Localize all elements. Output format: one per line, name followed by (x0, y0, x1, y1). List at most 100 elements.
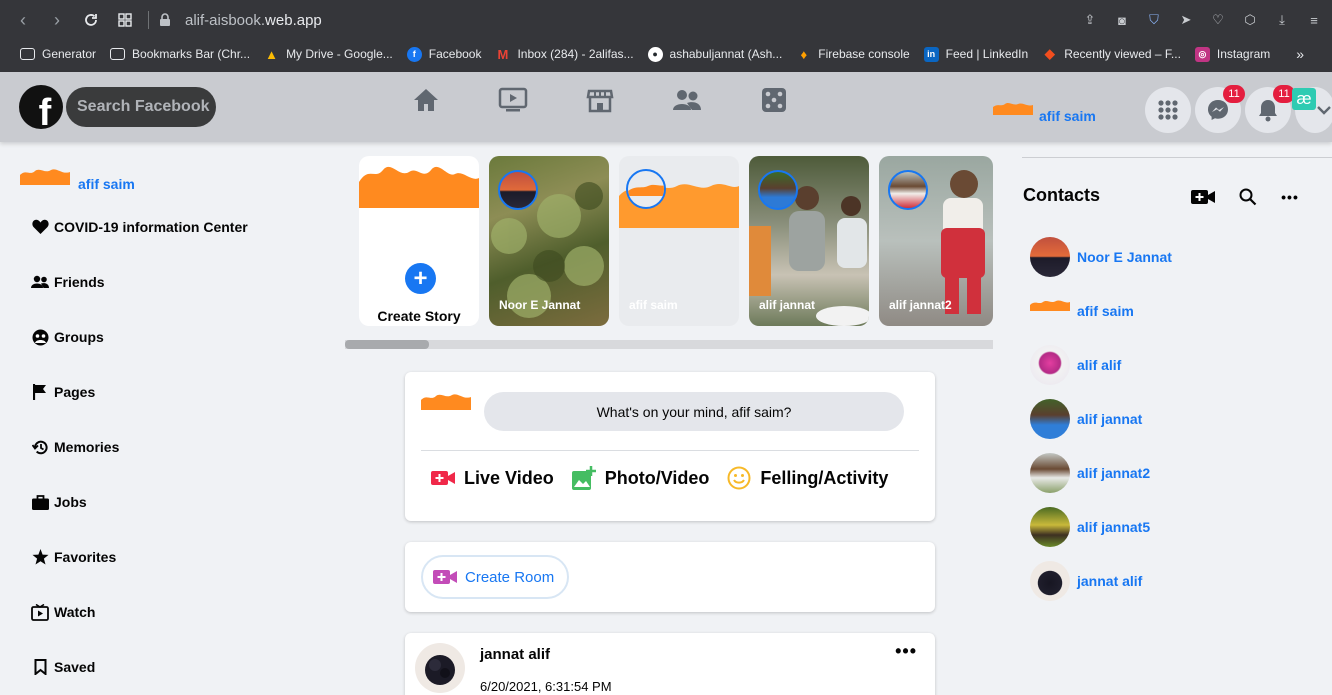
sidebar-item-pages[interactable]: Pages (31, 383, 95, 401)
gmail-icon: M (497, 46, 509, 62)
sidebar-item-label: Groups (54, 329, 104, 345)
heart-outline-icon[interactable]: ♡ (1208, 10, 1228, 30)
sidebar-item-label: Favorites (54, 549, 117, 565)
bookmark-item[interactable]: ◎ Instagram (1194, 46, 1270, 62)
download-icon[interactable]: ⤓ (1272, 10, 1292, 30)
search-icon[interactable] (1236, 186, 1260, 208)
address-bar[interactable]: alif-aisbook.web.app (159, 12, 322, 29)
home-icon[interactable] (410, 84, 442, 116)
camera-icon[interactable]: ◙ (1112, 10, 1132, 30)
facebook-logo[interactable]: f (19, 85, 63, 129)
contact-item[interactable]: Noor E Jannat (1030, 237, 1172, 277)
history-icon (31, 438, 49, 456)
bookmark-item[interactable]: ♦ Firebase console (796, 47, 909, 62)
contact-item[interactable]: alif jannat5 (1030, 507, 1150, 547)
whats-on-your-mind-input[interactable]: What's on your mind, afif saim? (484, 392, 904, 431)
create-story-label: Create Story (377, 308, 461, 324)
bookmark-item[interactable]: M Inbox (284) - 2alifas... (495, 46, 634, 62)
create-room-button[interactable]: Create Room (421, 555, 569, 599)
composer-actions: Live Video Photo/Video Felling/Activity (431, 466, 888, 490)
contact-avatar (1030, 453, 1070, 493)
contact-avatar (1030, 561, 1070, 601)
post-more-icon[interactable]: ••• (895, 641, 917, 662)
messenger-button[interactable]: 11 (1195, 85, 1245, 133)
contact-item[interactable]: alif jannat (1030, 399, 1142, 439)
share-icon[interactable]: ⇪ (1080, 10, 1100, 30)
menu-grid-button[interactable] (1145, 87, 1191, 133)
contact-name: alif jannat5 (1077, 519, 1151, 535)
create-room-label: Create Room (465, 568, 555, 586)
sidebar-item-label: COVID-19 information Center (54, 219, 248, 235)
story-card[interactable]: Noor E Jannat (489, 156, 609, 326)
bookmark-item[interactable]: ▭ Generator (20, 47, 96, 61)
create-story-card[interactable]: + Create Story (359, 156, 479, 326)
sidebar-user[interactable]: afif saim (20, 160, 135, 192)
reload-icon (85, 14, 97, 26)
stories-scrollbar[interactable] (345, 340, 993, 349)
sidebar-item-memories[interactable]: Memories (31, 438, 119, 456)
scrollbar-thumb[interactable] (345, 340, 429, 349)
notifications-button[interactable]: 11 (1245, 85, 1295, 133)
story-avatar (626, 169, 666, 209)
new-room-icon[interactable] (1191, 186, 1215, 208)
post-author-avatar[interactable] (415, 643, 465, 693)
extension-ae-icon[interactable]: æ (1292, 88, 1316, 110)
photo-video-label: Photo/Video (604, 467, 710, 488)
smiley-icon (727, 466, 751, 490)
sidebar-item-jobs[interactable]: Jobs (31, 493, 87, 511)
header-user[interactable]: afif saim (993, 92, 1096, 124)
sidebar-item-saved[interactable]: Saved (31, 658, 95, 676)
forward-button[interactable]: › (40, 0, 74, 40)
story-card[interactable]: alif jannat (749, 156, 869, 326)
cube-icon[interactable]: ⬡ (1240, 10, 1260, 30)
sidebar-item-favorites[interactable]: Favorites (31, 548, 116, 566)
sidebar-item-groups[interactable]: Groups (31, 328, 104, 346)
url-prefix: alif-aisbook. (185, 11, 266, 29)
post-author-name[interactable]: jannat alif (480, 646, 550, 663)
feeling-activity-button[interactable]: Felling/Activity (727, 466, 888, 490)
sidebar-item-covid19[interactable]: COVID-19 information Center (31, 218, 248, 236)
photo-video-button[interactable]: Photo/Video (571, 466, 710, 490)
add-story-icon[interactable]: + (405, 263, 436, 294)
groups-nav-icon[interactable] (671, 84, 703, 116)
search-input[interactable]: Search Facebook (66, 87, 216, 127)
sidebar-item-watch[interactable]: Watch (31, 603, 95, 621)
bookmark-label: Recently viewed – F... (1064, 47, 1181, 61)
toolbar-separator (148, 11, 149, 29)
shield-icon[interactable]: ⛉ (1144, 10, 1164, 30)
story-name: alif jannat2 (889, 298, 952, 312)
sidebar-user-name: afif saim (78, 176, 135, 192)
main-nav (410, 84, 790, 116)
logo-letter: f (38, 92, 52, 129)
bookmarks-overflow-button[interactable]: » (1296, 40, 1304, 68)
heart-icon (31, 218, 49, 236)
bookmark-item[interactable]: ● ashabuljannat (Ash... (647, 46, 782, 62)
messenger-badge: 11 (1223, 85, 1245, 103)
bookmark-item[interactable]: in Feed | LinkedIn (923, 46, 1028, 62)
marketplace-icon[interactable] (584, 84, 616, 116)
bookmark-item[interactable]: ▲ My Drive - Google... (264, 47, 393, 62)
sidebar-item-friends[interactable]: Friends (31, 273, 105, 291)
contact-item[interactable]: alif alif (1030, 345, 1121, 385)
contact-avatar (1030, 507, 1070, 547)
back-button[interactable]: ‹ (6, 0, 40, 40)
live-video-button[interactable]: Live Video (431, 468, 554, 489)
contacts-more-icon[interactable]: ••• (1278, 186, 1302, 208)
send-icon[interactable]: ➤ (1176, 10, 1196, 30)
story-card[interactable]: alif jannat2 (879, 156, 993, 326)
watch-nav-icon[interactable] (497, 84, 529, 116)
composer-divider (421, 450, 919, 451)
contact-item[interactable]: alif jannat2 (1030, 453, 1150, 493)
url-text: alif-aisbook.web.app (185, 12, 322, 29)
menu-icon[interactable]: ≡ (1304, 10, 1324, 30)
contact-item[interactable]: jannat alif (1030, 561, 1142, 601)
contact-item[interactable]: afif saim (1030, 291, 1134, 331)
bookmark-item[interactable]: ▭ Bookmarks Bar (Chr... (110, 47, 250, 61)
gaming-icon[interactable] (758, 84, 790, 116)
reload-button[interactable] (74, 0, 108, 40)
story-card[interactable]: afif saim (619, 156, 739, 326)
bookmark-item[interactable]: f Facebook (406, 46, 481, 62)
bookmark-item[interactable]: ◆ Recently viewed – F... (1042, 46, 1181, 62)
contact-name: alif jannat (1077, 411, 1143, 427)
tabs-grid-button[interactable] (108, 0, 142, 40)
